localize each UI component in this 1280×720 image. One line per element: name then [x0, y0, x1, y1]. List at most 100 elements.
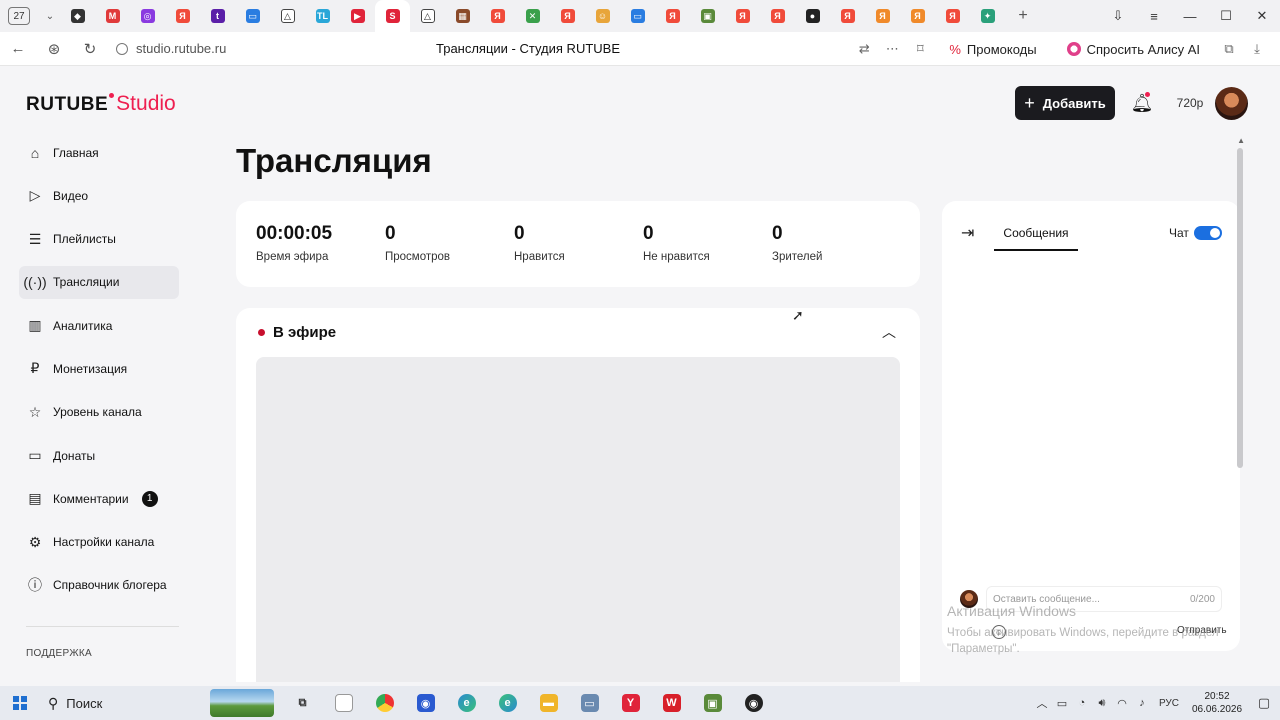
browser-tab[interactable]: ☺: [585, 0, 620, 32]
sidebar-item-video[interactable]: ▷ Видео: [19, 179, 179, 212]
notification-center-icon[interactable]: ▢: [1248, 695, 1280, 711]
scrollbar-thumb[interactable]: [1237, 148, 1243, 468]
browser-tab[interactable]: ●: [795, 0, 830, 32]
window-app-icon[interactable]: ▭: [569, 686, 610, 720]
sidebar-item-donations[interactable]: ▭ Донаты: [19, 439, 179, 472]
browser-tab[interactable]: ▣: [690, 0, 725, 32]
edge-icon[interactable]: e: [446, 686, 487, 720]
translate-icon[interactable]: ⇄: [855, 41, 873, 57]
sidebar-item-channel-settings[interactable]: ⚙ Настройки канала: [19, 526, 179, 559]
tray-app-icon[interactable]: ▭: [1052, 697, 1072, 710]
chevron-up-icon[interactable]: ︿: [882, 322, 896, 342]
downloads-icon[interactable]: ⤓: [1248, 41, 1266, 57]
network-icon[interactable]: ◠: [1112, 697, 1132, 710]
close-icon[interactable]: ✕: [1244, 8, 1280, 24]
reload-icon[interactable]: ↻: [72, 40, 108, 58]
folder-icon[interactable]: ▬: [528, 686, 569, 720]
scroll-up-icon[interactable]: ▲: [1237, 136, 1245, 145]
collapse-panel-icon[interactable]: ⇥: [961, 223, 974, 243]
clock[interactable]: 20:52 06.06.2026: [1186, 690, 1248, 716]
bookmark-icon[interactable]: ⌑: [911, 41, 929, 57]
start-button[interactable]: [0, 696, 40, 710]
add-button[interactable]: + Добавить: [1015, 86, 1115, 120]
browser-tab[interactable]: ✕: [515, 0, 550, 32]
browser-tab[interactable]: ✦: [970, 0, 1005, 32]
quality-label[interactable]: 720p: [1169, 96, 1211, 110]
browser-tab[interactable]: △: [410, 0, 445, 32]
wallet-icon: ▭: [28, 447, 42, 464]
download-icon[interactable]: ⇩: [1100, 8, 1136, 24]
browser-tab[interactable]: ▭: [235, 0, 270, 32]
sidebar-item-comments[interactable]: ▤ Комментарии 1: [19, 482, 179, 515]
sidebar-item-home[interactable]: ⌂ Главная: [19, 136, 179, 169]
yandex-logo-icon[interactable]: ⊛: [36, 40, 72, 58]
sidebar-item-monetization[interactable]: ₽ Монетизация: [19, 352, 179, 385]
browser-tab[interactable]: Я: [760, 0, 795, 32]
browser-tab[interactable]: Я: [550, 0, 585, 32]
new-tab-plus-icon[interactable]: +: [1011, 7, 1035, 25]
browser-tab[interactable]: Я: [900, 0, 935, 32]
browser-tab[interactable]: Я: [865, 0, 900, 32]
taskbar-search[interactable]: ⚲ Поиск: [40, 688, 210, 718]
stat-viewers: 0 Зрителей: [772, 223, 822, 263]
obs-icon[interactable]: ◉: [733, 686, 774, 720]
live-header[interactable]: В эфире: [258, 324, 336, 341]
chat-toggle[interactable]: [1194, 226, 1222, 240]
language-indicator[interactable]: РУС: [1152, 698, 1186, 709]
site-info-icon[interactable]: [116, 42, 128, 55]
collections-icon[interactable]: ⧉: [1220, 41, 1238, 57]
tab-count-button[interactable]: 27: [8, 7, 30, 25]
tab-list-chevron-icon[interactable]: ⌄: [40, 11, 60, 22]
rutube-studio-logo[interactable]: RUTUBE Studio: [26, 92, 176, 116]
sidebar-section-support[interactable]: ПОДДЕРЖКА: [26, 648, 92, 659]
browser-tab[interactable]: TL: [305, 0, 340, 32]
avatar[interactable]: [1215, 86, 1248, 120]
browser-tab[interactable]: Я: [830, 0, 865, 32]
notifications-bell-icon[interactable]: 🔔︎: [1115, 91, 1169, 114]
browser-tab[interactable]: ◎: [130, 0, 165, 32]
browser-tab[interactable]: Я: [480, 0, 515, 32]
sidebar-item-channel-level[interactable]: ☆ Уровень канала: [19, 396, 179, 429]
tab-messages[interactable]: Сообщения: [994, 217, 1078, 251]
chrome-icon[interactable]: [364, 686, 405, 720]
browser-tab[interactable]: △: [270, 0, 305, 32]
back-arrow-icon[interactable]: ←: [0, 40, 36, 57]
ask-alice-button[interactable]: Спросить Алису AI: [1057, 36, 1210, 62]
browser-tab[interactable]: t: [200, 0, 235, 32]
app-icon[interactable]: ◉: [405, 686, 446, 720]
volume-icon[interactable]: 🔊︎: [1092, 697, 1112, 710]
browser-tab[interactable]: ▶: [340, 0, 375, 32]
tray-app-icon[interactable]: ◔: [1072, 697, 1092, 709]
browser-tab[interactable]: ◆: [60, 0, 95, 32]
task-view-icon[interactable]: ⧉: [282, 686, 323, 720]
weather-widget-image[interactable]: [210, 689, 274, 717]
more-icon[interactable]: ⋯: [883, 41, 901, 57]
video-player[interactable]: [256, 357, 900, 682]
file-icon[interactable]: [323, 686, 364, 720]
minecraft-icon[interactable]: ▣: [692, 686, 733, 720]
menu-icon[interactable]: ≡: [1136, 9, 1172, 24]
browser-tab-active[interactable]: S: [375, 0, 410, 32]
sidebar-item-playlists[interactable]: ☰ Плейлисты: [19, 223, 179, 256]
browser-tab[interactable]: ▦: [445, 0, 480, 32]
edge-beta-icon[interactable]: e: [487, 686, 528, 720]
browser-tab[interactable]: Я: [725, 0, 760, 32]
browser-tab[interactable]: Я: [935, 0, 970, 32]
sidebar-item-blogger-guide[interactable]: ⓘ Справочник блогера: [19, 569, 179, 602]
browser-tab[interactable]: ▭: [620, 0, 655, 32]
yandex-browser-icon[interactable]: Y: [610, 686, 651, 720]
minimize-icon[interactable]: —: [1172, 9, 1208, 24]
sidebar-item-analytics[interactable]: ▥ Аналитика: [19, 309, 179, 342]
promo-codes-button[interactable]: % Промокоды: [939, 36, 1046, 62]
page-title-in-bar: Трансляции - Студия RUTUBE: [436, 41, 620, 56]
browser-tab[interactable]: M: [95, 0, 130, 32]
browser-tab[interactable]: Я: [655, 0, 690, 32]
sidebar-item-broadcasts[interactable]: ((·)) Трансляции: [19, 265, 179, 299]
wps-icon[interactable]: W: [651, 686, 692, 720]
maximize-icon[interactable]: ☐: [1208, 8, 1244, 24]
tray-chevron-up-icon[interactable]: ︿: [1032, 695, 1052, 711]
browser-tab[interactable]: Я: [165, 0, 200, 32]
url-field[interactable]: studio.rutube.ru: [116, 41, 226, 56]
stats-card: 00:00:05 Время эфира 0 Просмотров 0 Нрав…: [236, 201, 920, 287]
speaker-icon[interactable]: ♪: [1132, 697, 1152, 709]
